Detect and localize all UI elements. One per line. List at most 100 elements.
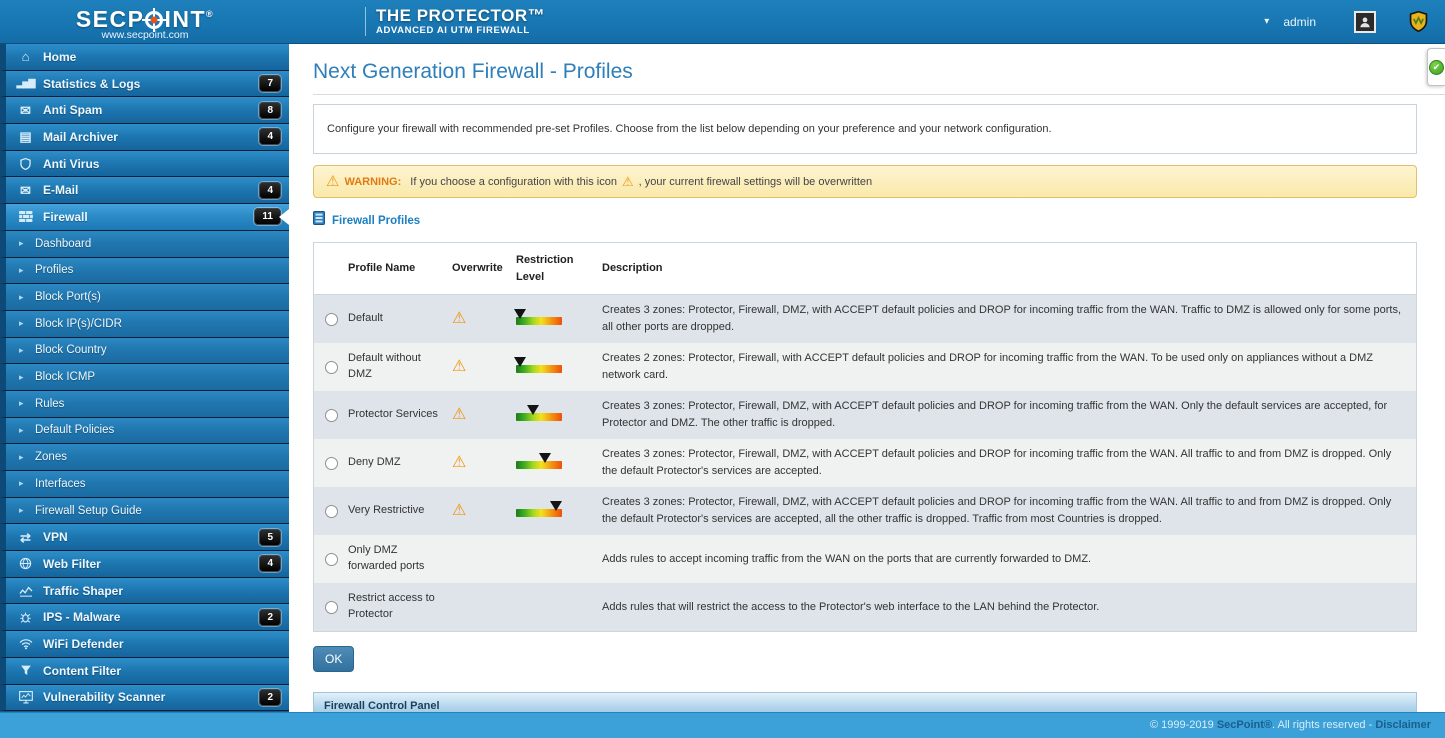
footer: © 1999-2019 SecPoint®. All rights reserv… [0, 712, 1445, 738]
sidebar-item-label: Anti Spam [43, 103, 251, 117]
logo-text: SECPINT® [0, 3, 290, 30]
sidebar-subitem-interfaces[interactable]: ▸Interfaces [0, 471, 289, 498]
user-name[interactable]: admin [1283, 15, 1316, 29]
vip-shield-icon[interactable] [1408, 10, 1429, 33]
arrow-right-icon: ▸ [19, 478, 27, 489]
count-badge: 2 [259, 609, 281, 626]
firewall-profiles-icon [313, 211, 325, 230]
profile-row-protector-services: Protector Services⚠Creates 3 zones: Prot… [314, 391, 1416, 439]
sidebar-item-label: Web Filter [43, 557, 251, 571]
sidebar-item-vulnerability-scanner[interactable]: Vulnerability Scanner 2 [0, 685, 289, 712]
profile-row-only-dmz-forwarded-ports: Only DMZ forwarded portsAdds rules to ac… [314, 535, 1416, 583]
count-badge: 4 [259, 555, 281, 572]
sidebar-item-firewall[interactable]: Firewall11 [0, 204, 289, 231]
profile-radio[interactable] [325, 553, 338, 566]
column-header: Profile Name [348, 251, 452, 286]
profile-radio[interactable] [325, 505, 338, 518]
profile-radio[interactable] [325, 409, 338, 422]
restriction-marker-icon [514, 309, 526, 319]
sidebar-subitem-block-country[interactable]: ▸Block Country [0, 338, 289, 365]
restriction-level-bar [516, 365, 562, 373]
profile-description: Creates 3 zones: Protector, Firewall, DM… [602, 487, 1416, 535]
overwrite-warning-icon: ⚠ [452, 502, 466, 519]
firewall-profiles-link[interactable]: Firewall Profiles [332, 215, 420, 227]
sidebar-item-statistics-logs[interactable]: ▂▅▇Statistics & Logs7 [0, 71, 289, 98]
profile-radio[interactable] [325, 313, 338, 326]
sidebar-item-vpn[interactable]: ⇄VPN5 [0, 524, 289, 551]
count-badge: 2 [259, 689, 281, 706]
stats-icon: ▂▅▇ [16, 79, 35, 88]
restriction-level-bar [516, 317, 562, 325]
status-check-tab[interactable]: ✔ [1427, 48, 1445, 86]
green-check-icon: ✔ [1429, 60, 1444, 75]
restriction-level-bar [516, 413, 562, 421]
profile-radio[interactable] [325, 361, 338, 374]
sidebar-subitem-profiles[interactable]: ▸Profiles [0, 258, 289, 285]
warning-text-before: If you choose a configuration with this … [410, 176, 617, 188]
secpoint-logo[interactable]: SECPINT® www.secpoint.com [0, 3, 290, 41]
sidebar-item-e-mail[interactable]: ✉E-Mail4 [0, 177, 289, 204]
sidebar-subitem-zones[interactable]: ▸Zones [0, 444, 289, 471]
arrow-right-icon: ▸ [19, 265, 27, 276]
rights-text: . All rights reserved - [1272, 719, 1375, 731]
vulnscan-icon [16, 691, 35, 704]
sidebar-subitem-label: Dashboard [35, 238, 281, 250]
profile-row-deny-dmz: Deny DMZ⚠Creates 3 zones: Protector, Fir… [314, 439, 1416, 487]
profile-description: Creates 3 zones: Protector, Firewall, DM… [602, 439, 1416, 487]
profile-name: Very Restrictive [348, 495, 452, 527]
sidebar: ⌂Home▂▅▇Statistics & Logs7✉Anti Spam8▤Ma… [0, 44, 289, 738]
profile-description: Creates 3 zones: Protector, Firewall, DM… [602, 295, 1416, 343]
sidebar-item-anti-virus[interactable]: Anti Virus [0, 151, 289, 178]
sidebar-item-mail-archiver[interactable]: ▤Mail Archiver4 [0, 124, 289, 151]
sidebar-item-anti-spam[interactable]: ✉Anti Spam8 [0, 97, 289, 124]
arrow-right-icon: ▸ [19, 345, 27, 356]
sidebar-item-label: Vulnerability Scanner [43, 690, 251, 704]
sidebar-subitem-label: Default Policies [35, 424, 281, 436]
restriction-marker-icon [550, 501, 562, 511]
ips-icon [16, 611, 35, 624]
profile-name: Only DMZ forwarded ports [348, 535, 452, 583]
sidebar-subitem-block-icmp[interactable]: ▸ Block ICMP [0, 364, 289, 391]
warning-icon: ⚠ [326, 174, 339, 189]
user-account-icon[interactable] [1354, 11, 1376, 33]
control-panel-header: Firewall Control Panel [314, 693, 1416, 712]
sidebar-subitem-label: Block ICMP [35, 371, 281, 383]
sidebar-subitem-label: Firewall Setup Guide [35, 505, 281, 517]
vpn-icon: ⇄ [16, 531, 35, 544]
sidebar-subitem-block-port-s[interactable]: ▸Block Port(s) [0, 284, 289, 311]
warning-label: WARNING: [344, 176, 401, 188]
sidebar-item-label: Home [43, 50, 281, 64]
sidebar-item-wifi-defender[interactable]: WiFi Defender [0, 631, 289, 658]
antivirus-icon [16, 157, 35, 171]
sidebar-item-label: Traffic Shaper [43, 584, 281, 598]
firewall-submenu: ▸Dashboard▸Profiles▸Block Port(s)▸Block … [0, 231, 289, 525]
sidebar-item-traffic-shaper[interactable]: Traffic Shaper [0, 578, 289, 605]
sidebar-item-label: IPS - Malware [43, 610, 251, 624]
email-icon: ✉ [16, 184, 35, 197]
sidebar-subitem-firewall-setup-guide[interactable]: ▸Firewall Setup Guide [0, 498, 289, 525]
product-title: THE PROTECTOR™ [376, 7, 545, 25]
sidebar-item-home[interactable]: ⌂Home [0, 44, 289, 71]
ok-button[interactable]: OK [313, 646, 354, 672]
profile-description: Creates 2 zones: Protector, Firewall, wi… [602, 343, 1416, 391]
sidebar-subitem-dashboard[interactable]: ▸Dashboard [0, 231, 289, 258]
profile-radio[interactable] [325, 457, 338, 470]
profile-name: Deny DMZ [348, 447, 452, 479]
profile-radio[interactable] [325, 601, 338, 614]
column-header: Restriction Level [516, 243, 602, 294]
sidebar-subitem-default-policies[interactable]: ▸Default Policies [0, 418, 289, 445]
sidebar-item-content-filter[interactable]: Content Filter [0, 658, 289, 685]
sidebar-subitem-rules[interactable]: ▸Rules [0, 391, 289, 418]
title-divider [313, 94, 1445, 95]
count-badge: 4 [259, 182, 281, 199]
count-badge: 4 [259, 128, 281, 145]
arrow-right-icon: ▸ [19, 452, 27, 463]
disclaimer-link[interactable]: Disclaimer [1375, 719, 1431, 731]
sidebar-item-web-filter[interactable]: Web Filter 4 [0, 551, 289, 578]
arrow-right-icon: ▸ [19, 372, 27, 383]
arrow-right-icon: ▸ [19, 292, 27, 303]
user-menu-caret-icon[interactable]: ▾ [1264, 16, 1269, 27]
sidebar-item-ips-malware[interactable]: IPS - Malware 2 [0, 604, 289, 631]
profile-row-very-restrictive: Very Restrictive⚠ Creates 3 zones: Protec… [314, 487, 1416, 535]
sidebar-subitem-block-ip-s-cidr[interactable]: ▸Block IP(s)/CIDR [0, 311, 289, 338]
